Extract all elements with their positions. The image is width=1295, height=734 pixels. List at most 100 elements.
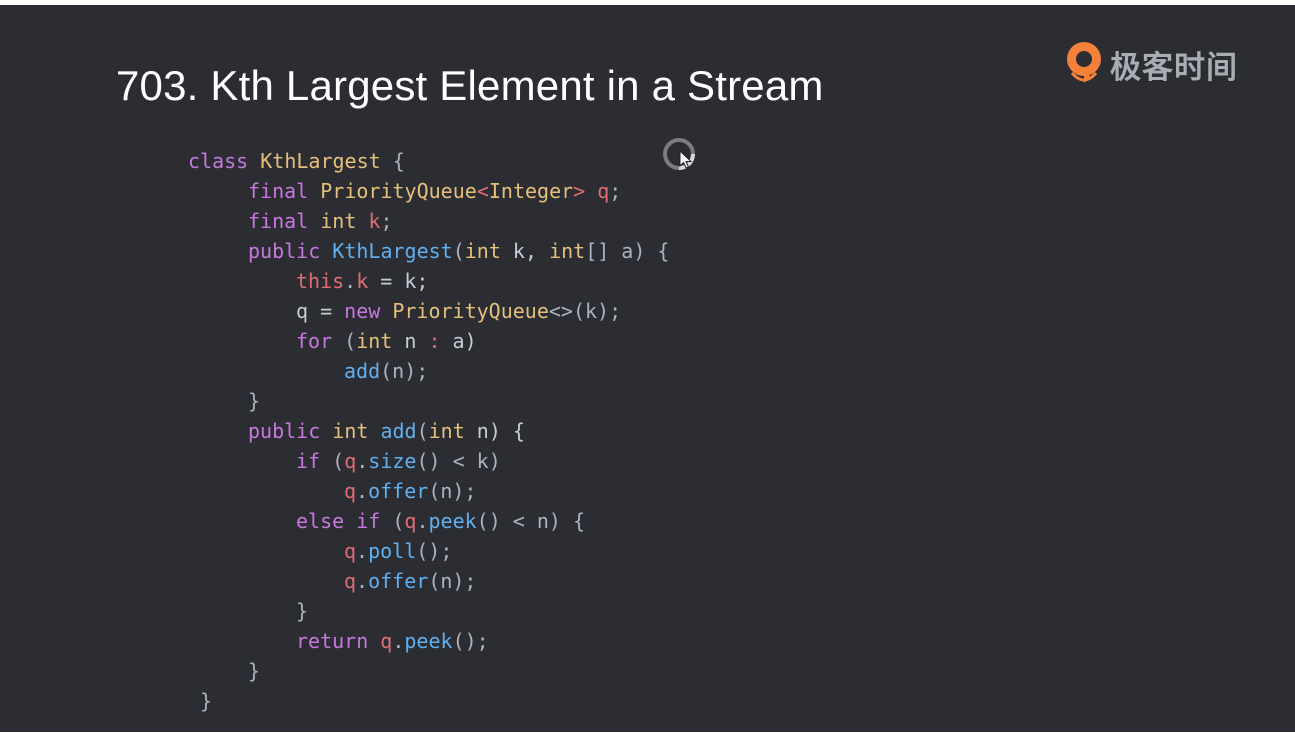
code-token: . xyxy=(416,509,429,533)
code-token: . xyxy=(392,629,405,653)
code-line: this.k = k; xyxy=(296,266,428,296)
code-line: else if (q.peek() < n) { xyxy=(296,506,585,536)
code-token: n) { xyxy=(464,419,525,443)
code-token: size xyxy=(368,449,417,473)
code-token: . xyxy=(356,569,369,593)
code-token: (n); xyxy=(380,359,429,383)
code-token: Integer xyxy=(488,179,574,203)
code-token: ; xyxy=(380,209,393,233)
code-line: if (q.size() < k) xyxy=(296,446,501,476)
code-token: (); xyxy=(416,539,453,563)
code-token: offer xyxy=(368,479,429,503)
code-token: q xyxy=(380,629,393,653)
code-token: k xyxy=(368,209,381,233)
code-token: [] a) { xyxy=(585,239,670,263)
code-token: PriorityQueue xyxy=(392,299,549,323)
code-line: q.offer(n); xyxy=(344,476,476,506)
code-token: q xyxy=(597,179,610,203)
code-token: peek xyxy=(428,509,477,533)
code-line: public KthLargest(int k, int[] a) { xyxy=(248,236,669,266)
code-line: q.poll(); xyxy=(344,536,452,566)
code-token: int xyxy=(549,239,586,263)
code-line: return q.peek(); xyxy=(296,626,489,656)
code-token: poll xyxy=(368,539,417,563)
code-line: } xyxy=(200,686,212,716)
code-token: q xyxy=(404,509,417,533)
code-token: final xyxy=(248,179,309,203)
code-token: > xyxy=(573,179,586,203)
code-token: class xyxy=(188,149,249,173)
code-token: this xyxy=(296,269,345,293)
code-token: ; xyxy=(609,179,622,203)
code-token: public xyxy=(248,239,321,263)
code-token: q xyxy=(344,449,357,473)
code-token: (n); xyxy=(428,479,477,503)
code-token: public xyxy=(248,419,321,443)
code-token: q = xyxy=(296,299,345,323)
code-token: KthLargest xyxy=(332,239,453,263)
code-token: <>(k); xyxy=(548,299,622,323)
code-token: . xyxy=(344,269,357,293)
code-token: q xyxy=(344,569,357,593)
code-token: if xyxy=(296,449,321,473)
code-token: offer xyxy=(368,569,429,593)
code-token: if xyxy=(356,509,381,533)
code-line: class KthLargest { xyxy=(188,146,405,176)
code-token: . xyxy=(356,449,369,473)
code-line: } xyxy=(296,596,308,626)
code-token: ( xyxy=(380,509,405,533)
code-token: : xyxy=(428,329,441,353)
code-token: ( xyxy=(320,449,345,473)
code-token: ( xyxy=(452,239,465,263)
code-token: } xyxy=(200,689,213,713)
code-token: } xyxy=(296,599,309,623)
code-token: q xyxy=(344,479,357,503)
code-token: int xyxy=(320,209,357,233)
code-token: . xyxy=(356,479,369,503)
code-token: int xyxy=(332,419,369,443)
code-token: () < n) { xyxy=(476,509,586,533)
loading-cursor-icon xyxy=(663,138,695,170)
code-token: < xyxy=(476,179,489,203)
code-token: (n); xyxy=(428,569,477,593)
code-token: int xyxy=(428,419,465,443)
slide: 703. Kth Largest Element in a Stream 极客时… xyxy=(0,5,1295,732)
code-token: int xyxy=(464,239,501,263)
code-token: return xyxy=(296,629,369,653)
slide-title: 703. Kth Largest Element in a Stream xyxy=(116,62,824,109)
code-token: else xyxy=(296,509,345,533)
code-line: } xyxy=(248,656,260,686)
code-token: () < k) xyxy=(416,449,501,473)
code-token: add xyxy=(344,359,381,383)
code-token: k, xyxy=(500,239,550,263)
code-token: ( xyxy=(332,329,357,353)
code-token: = k; xyxy=(368,269,429,293)
code-token: int xyxy=(356,329,393,353)
code-line: final int k; xyxy=(248,206,393,236)
code-line: final PriorityQueue<Integer> q; xyxy=(248,176,621,206)
code-token: KthLargest xyxy=(260,149,381,173)
code-token: add xyxy=(380,419,417,443)
code-token: (); xyxy=(452,629,489,653)
code-token: a) xyxy=(440,329,477,353)
code-token: peek xyxy=(404,629,453,653)
code-line: add(n); xyxy=(344,356,428,386)
code-line: public int add(int n) { xyxy=(248,416,525,446)
code-token: n xyxy=(392,329,429,353)
code-token: for xyxy=(296,329,333,353)
brand-logo: 极客时间 xyxy=(1064,39,1238,89)
code-line: for (int n : a) xyxy=(296,326,477,356)
code-token: new xyxy=(344,299,381,323)
code-token: q xyxy=(344,539,357,563)
code-line: q = new PriorityQueue<>(k); xyxy=(296,296,621,326)
code-token: ( xyxy=(416,419,429,443)
